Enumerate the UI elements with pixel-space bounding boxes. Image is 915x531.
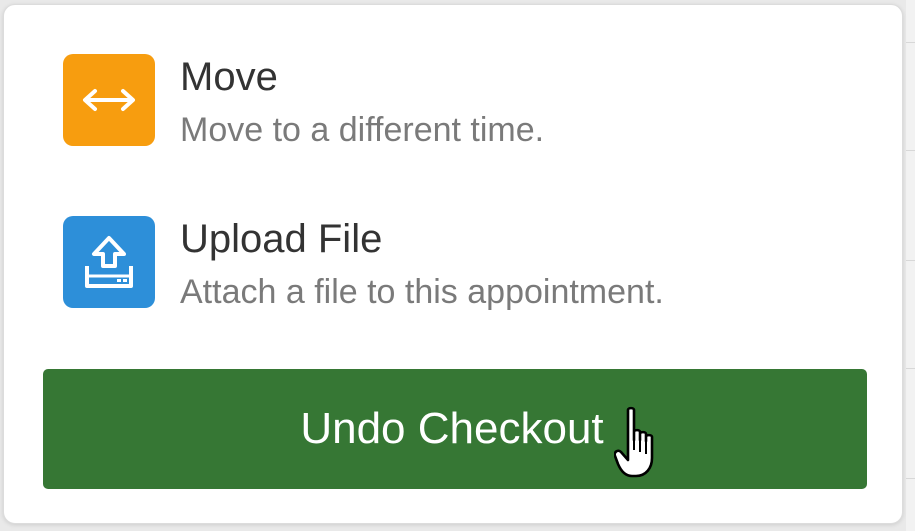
move-option[interactable]: Move Move to a different time. xyxy=(63,54,843,149)
background-divider xyxy=(906,368,915,369)
upload-file-option[interactable]: Upload File Attach a file to this appoin… xyxy=(63,216,843,311)
move-option-description: Move to a different time. xyxy=(180,111,545,149)
move-option-title: Move xyxy=(180,55,278,99)
move-arrows-icon xyxy=(63,54,155,146)
upload-file-option-title: Upload File xyxy=(180,217,383,261)
undo-checkout-button[interactable]: Undo Checkout xyxy=(43,369,867,489)
background-divider xyxy=(906,150,915,151)
upload-file-icon xyxy=(63,216,155,308)
undo-checkout-label: Undo Checkout xyxy=(300,404,604,453)
hand-pointer-icon xyxy=(614,406,654,478)
background-divider xyxy=(906,478,915,479)
upload-file-option-description: Attach a file to this appointment. xyxy=(180,273,664,311)
background-divider xyxy=(906,42,915,43)
background-divider xyxy=(906,260,915,261)
background-strip xyxy=(906,0,915,531)
